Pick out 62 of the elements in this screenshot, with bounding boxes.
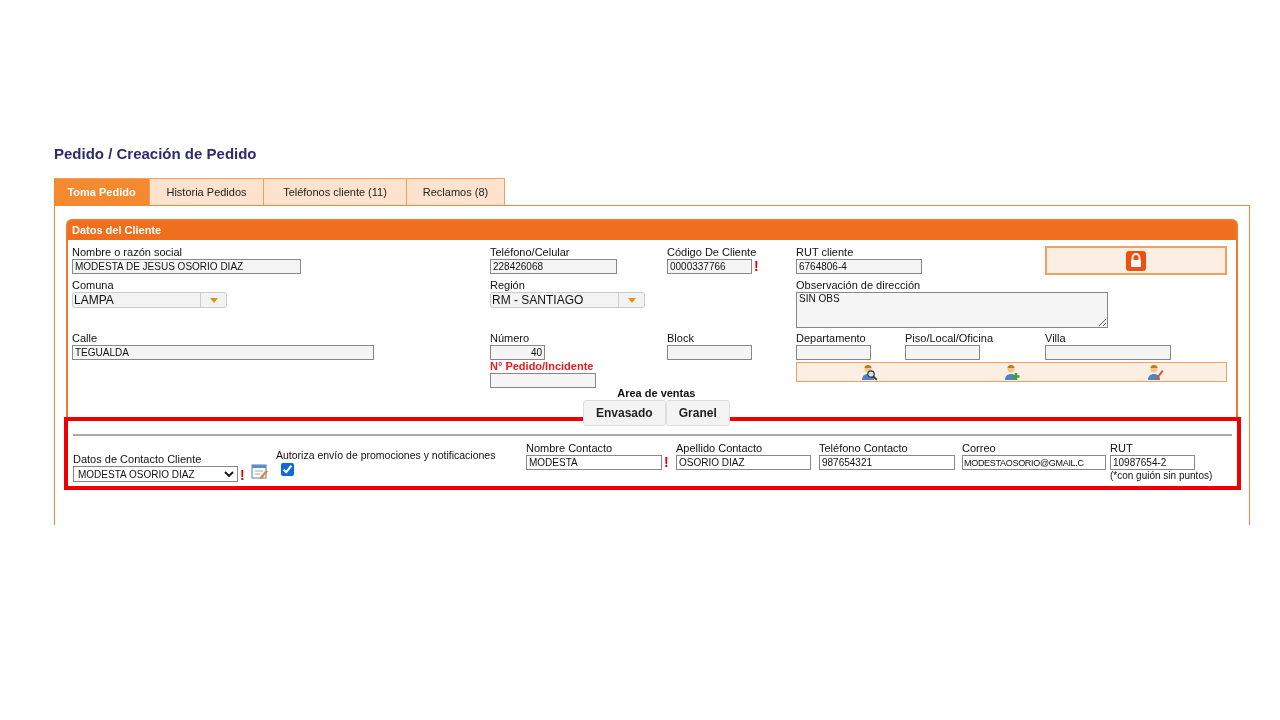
dropdown[interactable]: MODESTA OSORIO DIAZ [73,466,238,482]
field-label: Calle [72,332,99,345]
caret-icon [627,297,636,303]
field-label: Autoriza envío de promociones y notificaciones [276,449,497,462]
required-mark: ! [240,468,245,482]
text-field[interactable] [905,345,980,360]
field-label: RUT [1110,442,1134,455]
tab[interactable]: Historia Pedidos [150,178,264,205]
field-label: Correo [962,442,997,455]
text-field[interactable] [490,373,596,388]
field-label: N° Pedido/Incidente [490,360,595,373]
field-label: Area de ventas [617,386,696,400]
field-label: Block [667,332,695,345]
tab[interactable]: Reclamos (8) [407,178,505,205]
field-label: Villa [1045,332,1067,345]
required-mark: ! [664,455,669,469]
field-label: Región [490,279,526,292]
text-field[interactable] [667,345,752,360]
text-field[interactable]: TEGUALDA [72,345,374,360]
text-field[interactable]: 10987654-2 [1110,455,1195,470]
search-person-icon[interactable] [859,363,878,381]
dropdown[interactable]: LAMPA [72,292,227,308]
field-label: Nombre o razón social [72,246,184,259]
field-label: Nombre Contacto [526,442,614,455]
field-label: Departamento [796,332,867,345]
text-field[interactable] [1045,345,1171,360]
field-label: Datos de Contacto Cliente [73,453,203,466]
text-field[interactable]: OSORIO DIAZ [676,455,811,470]
text-field[interactable] [796,345,871,360]
field-label: Observación de dirección [796,279,922,292]
page-title: Pedido / Creación de Pedido [54,144,258,164]
tab[interactable]: Teléfonos cliente (11) [264,178,407,205]
calendar-edit-icon[interactable] [250,463,269,480]
text-field[interactable]: 0000337766 [667,259,752,274]
add-person-icon[interactable] [1002,363,1021,381]
sales-area-button[interactable]: Granel [665,400,730,426]
field-label: Teléfono Contacto [819,442,909,455]
text-field[interactable]: MODESTA DE JESUS OSORIO DIAZ [72,259,301,274]
text-field[interactable]: MODESTAOSORIO@GMAIL.C [962,455,1106,470]
hint-text: (*con guión sin puntos) [1110,470,1213,482]
field-label: RUT cliente [796,246,855,259]
text-field[interactable]: 6764806-4 [796,259,922,274]
text-field[interactable]: 228426068 [490,259,617,274]
dropdown[interactable]: RM - SANTIAGO [490,292,645,308]
field-label: Piso/Local/Oficina [905,332,995,345]
panel-header: Datos del Cliente [68,221,1236,240]
field-label: Comuna [72,279,115,292]
text-field[interactable]: 40 [490,345,545,360]
text-area[interactable]: SIN OBS [796,292,1108,328]
field-label: Teléfono/Celular [490,246,571,259]
caret-icon [209,297,218,303]
chevron-icon [224,471,234,477]
sales-area-button[interactable]: Envasado [583,400,666,426]
field-label: Apellido Contacto [676,442,764,455]
lock-icon[interactable] [1126,250,1146,271]
text-field[interactable]: 987654321 [819,455,955,470]
edit-person-icon[interactable] [1145,363,1164,381]
required-mark: ! [754,259,759,273]
text-field[interactable]: MODESTA [526,455,662,470]
checkbox[interactable] [281,463,294,476]
field-label: Número [490,332,531,345]
field-label: Código De Cliente [667,246,758,259]
